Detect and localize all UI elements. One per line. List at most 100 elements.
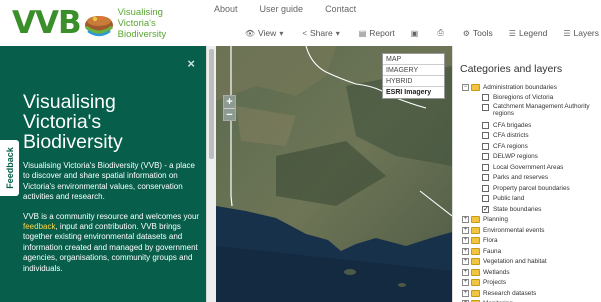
category-label: Environmental events xyxy=(483,226,545,234)
feedback-link[interactable]: feedback xyxy=(23,222,55,231)
layer-label: CFA brigades xyxy=(493,121,532,129)
expand-icon[interactable]: + xyxy=(462,216,469,224)
folder-icon xyxy=(471,216,480,224)
layer-item[interactable]: Public land xyxy=(462,194,601,205)
expand-icon[interactable]: + xyxy=(462,279,469,287)
save-button[interactable]: ▣ xyxy=(411,29,422,38)
layers-label: Layers xyxy=(573,28,599,38)
intro-panel-scrollbar[interactable] xyxy=(206,46,216,302)
folder-icon xyxy=(471,268,480,276)
layer-item[interactable]: Property parcel boundaries xyxy=(462,183,601,194)
app-header: VVB Visualising Victoria's Biodiversity … xyxy=(0,0,601,46)
list-icon: ☰ xyxy=(508,28,516,38)
close-panel-button[interactable]: × xyxy=(187,56,195,71)
folder-icon xyxy=(471,226,480,234)
layer-label: CFA districts xyxy=(493,132,529,140)
collapse-icon[interactable]: − xyxy=(462,83,469,91)
layer-checkbox[interactable] xyxy=(482,153,489,161)
gear-icon: ⚙ xyxy=(462,28,470,38)
layers-panel: Categories and layers − Administration b… xyxy=(452,46,601,302)
category-item[interactable]: + Projects xyxy=(462,278,601,289)
share-label: Share xyxy=(310,28,333,38)
layer-item[interactable]: Parks and reserves xyxy=(462,173,601,184)
nest-logo-icon xyxy=(83,7,115,39)
share-menu-button[interactable]: < Share ▾ xyxy=(302,28,342,38)
layer-checkbox[interactable] xyxy=(482,195,489,203)
layer-checkbox[interactable] xyxy=(482,142,489,150)
expand-icon[interactable]: + xyxy=(462,268,469,276)
layer-label: Catchment Management Authority regions xyxy=(493,103,590,117)
layer-item[interactable]: DELWP regions xyxy=(462,152,601,163)
layer-label: State boundaries xyxy=(493,205,542,213)
tools-button[interactable]: ⚙ Tools xyxy=(463,28,493,38)
vvb-logo[interactable]: VVB Visualising Victoria's Biodiversity xyxy=(12,4,166,42)
category-label: Administration boundaries xyxy=(483,83,557,91)
layer-checkbox[interactable] xyxy=(482,174,489,182)
expand-icon[interactable]: + xyxy=(462,247,469,255)
logo-subtitle-line1: Visualising xyxy=(117,6,163,18)
layer-item[interactable]: CFA regions xyxy=(462,141,601,152)
category-item[interactable]: + Flora xyxy=(462,236,601,247)
map-view[interactable]: + − MAP IMAGERY HYBRID ESRI Imagery xyxy=(216,46,452,302)
floppy-disk-icon: ▣ xyxy=(410,28,419,38)
layer-item[interactable]: CFA brigades xyxy=(462,120,601,131)
category-item[interactable]: + Wetlands xyxy=(462,267,601,278)
report-label: Report xyxy=(369,28,395,38)
category-item[interactable]: +Monitoring xyxy=(462,299,601,302)
folder-icon xyxy=(471,258,480,266)
layer-checkbox[interactable] xyxy=(482,163,489,171)
layer-label: CFA regions xyxy=(493,142,528,150)
layers-panel-title: Categories and layers xyxy=(460,63,563,75)
basemap-option-map[interactable]: MAP xyxy=(383,54,444,65)
category-item[interactable]: + Fauna xyxy=(462,246,601,257)
intro-title: Visualising Victoria's Biodiversity xyxy=(23,91,123,153)
zoom-out-button[interactable]: − xyxy=(224,108,235,121)
layer-checkbox[interactable] xyxy=(482,94,489,102)
logo-subtitle: Visualising Victoria's Biodiversity xyxy=(118,7,167,40)
category-item[interactable]: + Research datasets xyxy=(462,288,601,299)
layer-checkbox[interactable] xyxy=(482,104,489,111)
print-button[interactable]: ⎙ xyxy=(437,28,446,38)
nav-contact-link[interactable]: Contact xyxy=(325,4,356,14)
layer-item[interactable]: Catchment Management Authority regions xyxy=(462,103,601,120)
layer-checkbox[interactable] xyxy=(482,184,489,192)
layer-item[interactable]: CFA districts xyxy=(462,131,601,142)
feedback-tab[interactable]: Feedback xyxy=(0,140,19,196)
expand-icon[interactable]: + xyxy=(462,237,469,245)
tools-label: Tools xyxy=(472,28,493,38)
basemap-option-esri-imagery[interactable]: ESRI Imagery xyxy=(383,87,444,98)
printer-icon: ⎙ xyxy=(437,28,444,37)
intro-panel: × Feedback Visualising Victoria's Biodiv… xyxy=(0,46,206,302)
nav-user-guide-link[interactable]: User guide xyxy=(260,4,304,14)
expand-icon[interactable]: + xyxy=(462,226,469,234)
layer-tree: − Administration boundaries Bioregions o… xyxy=(462,82,601,302)
report-button[interactable]: ▤ Report xyxy=(359,28,395,38)
nav-about-link[interactable]: About xyxy=(214,4,238,14)
logo-wordmark: VVB xyxy=(12,5,82,41)
layer-item[interactable]: Local Government Areas xyxy=(462,162,601,173)
intro-body: Visualising Victoria's Biodiversity (VVB… xyxy=(23,161,201,283)
eye-icon: 👁 xyxy=(244,28,256,38)
legend-button[interactable]: ☰ Legend xyxy=(509,28,548,38)
category-label: Flora xyxy=(483,237,498,245)
view-menu-button[interactable]: 👁 View ▾ xyxy=(245,28,286,38)
category-item[interactable]: + Environmental events xyxy=(462,225,601,236)
scrollbar-thumb[interactable] xyxy=(209,49,214,159)
basemap-option-hybrid[interactable]: HYBRID xyxy=(383,76,444,87)
category-item[interactable]: + Planning xyxy=(462,215,601,226)
layer-item[interactable]: Bioregions of Victoria xyxy=(462,93,601,104)
layer-checkbox[interactable] xyxy=(482,132,489,140)
category-label: Planning xyxy=(483,216,508,224)
layer-label: Local Government Areas xyxy=(493,163,564,171)
expand-icon[interactable]: + xyxy=(462,258,469,266)
layer-item[interactable]: ✓ State boundaries xyxy=(462,204,601,215)
category-item[interactable]: + Vegetation and habitat xyxy=(462,257,601,268)
layer-checkbox[interactable] xyxy=(482,121,489,129)
layer-checkbox[interactable]: ✓ xyxy=(482,205,489,213)
expand-icon[interactable]: + xyxy=(462,289,469,297)
zoom-in-button[interactable]: + xyxy=(224,96,235,108)
basemap-option-imagery[interactable]: IMAGERY xyxy=(383,65,444,76)
category-admin-boundaries[interactable]: − Administration boundaries xyxy=(462,82,601,93)
layer-label: Property parcel boundaries xyxy=(493,184,570,192)
layers-button[interactable]: ☰ Layers xyxy=(563,28,599,38)
